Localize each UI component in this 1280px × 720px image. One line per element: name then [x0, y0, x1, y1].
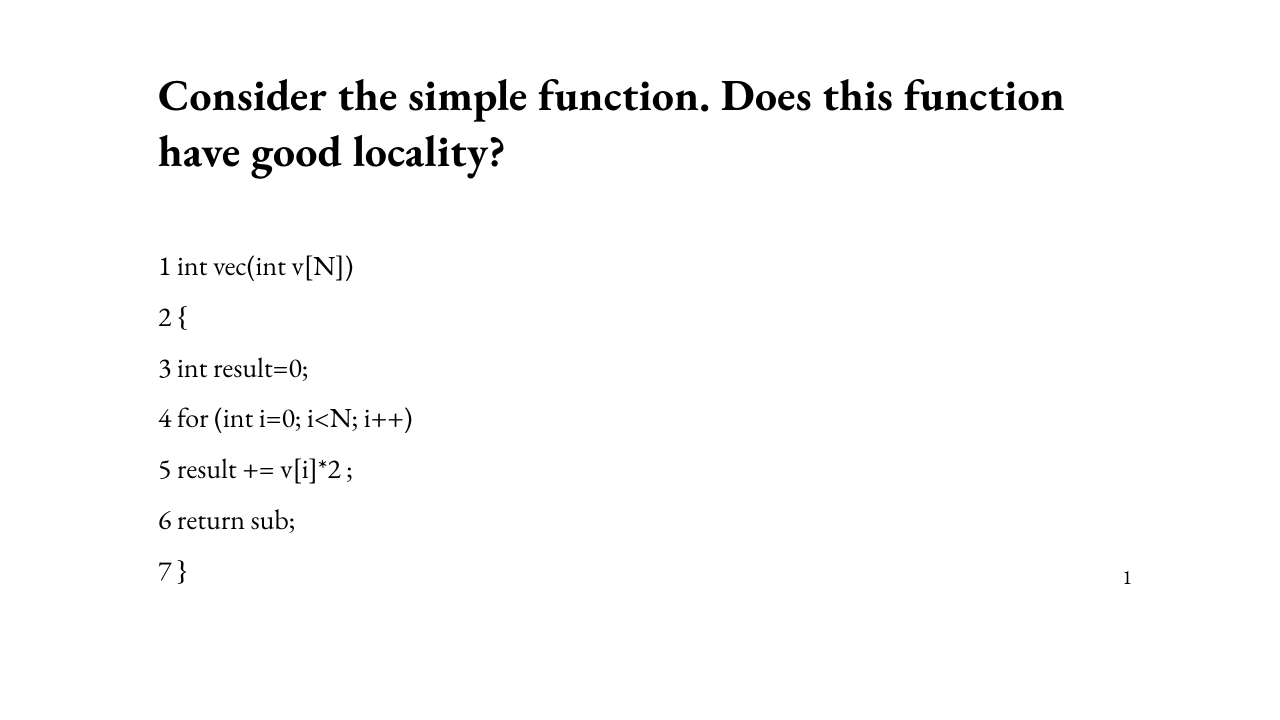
slide-title: Consider the simple function. Does this … — [158, 68, 1130, 181]
code-line: 6 return sub; — [158, 495, 1130, 546]
slide: Consider the simple function. Does this … — [0, 0, 1280, 720]
code-line: 7 } — [158, 546, 1130, 597]
code-line: 5 result += v[i]*2 ; — [158, 444, 1130, 495]
page-number: 1 — [1122, 564, 1132, 590]
code-line: 4 for (int i=0; i<N; i++) — [158, 393, 1130, 444]
code-line: 3 int result=0; — [158, 343, 1130, 394]
code-line: 1 int vec(int v[N]) — [158, 241, 1130, 292]
code-block: 1 int vec(int v[N]) 2 { 3 int result=0; … — [158, 241, 1130, 598]
code-line: 2 { — [158, 292, 1130, 343]
